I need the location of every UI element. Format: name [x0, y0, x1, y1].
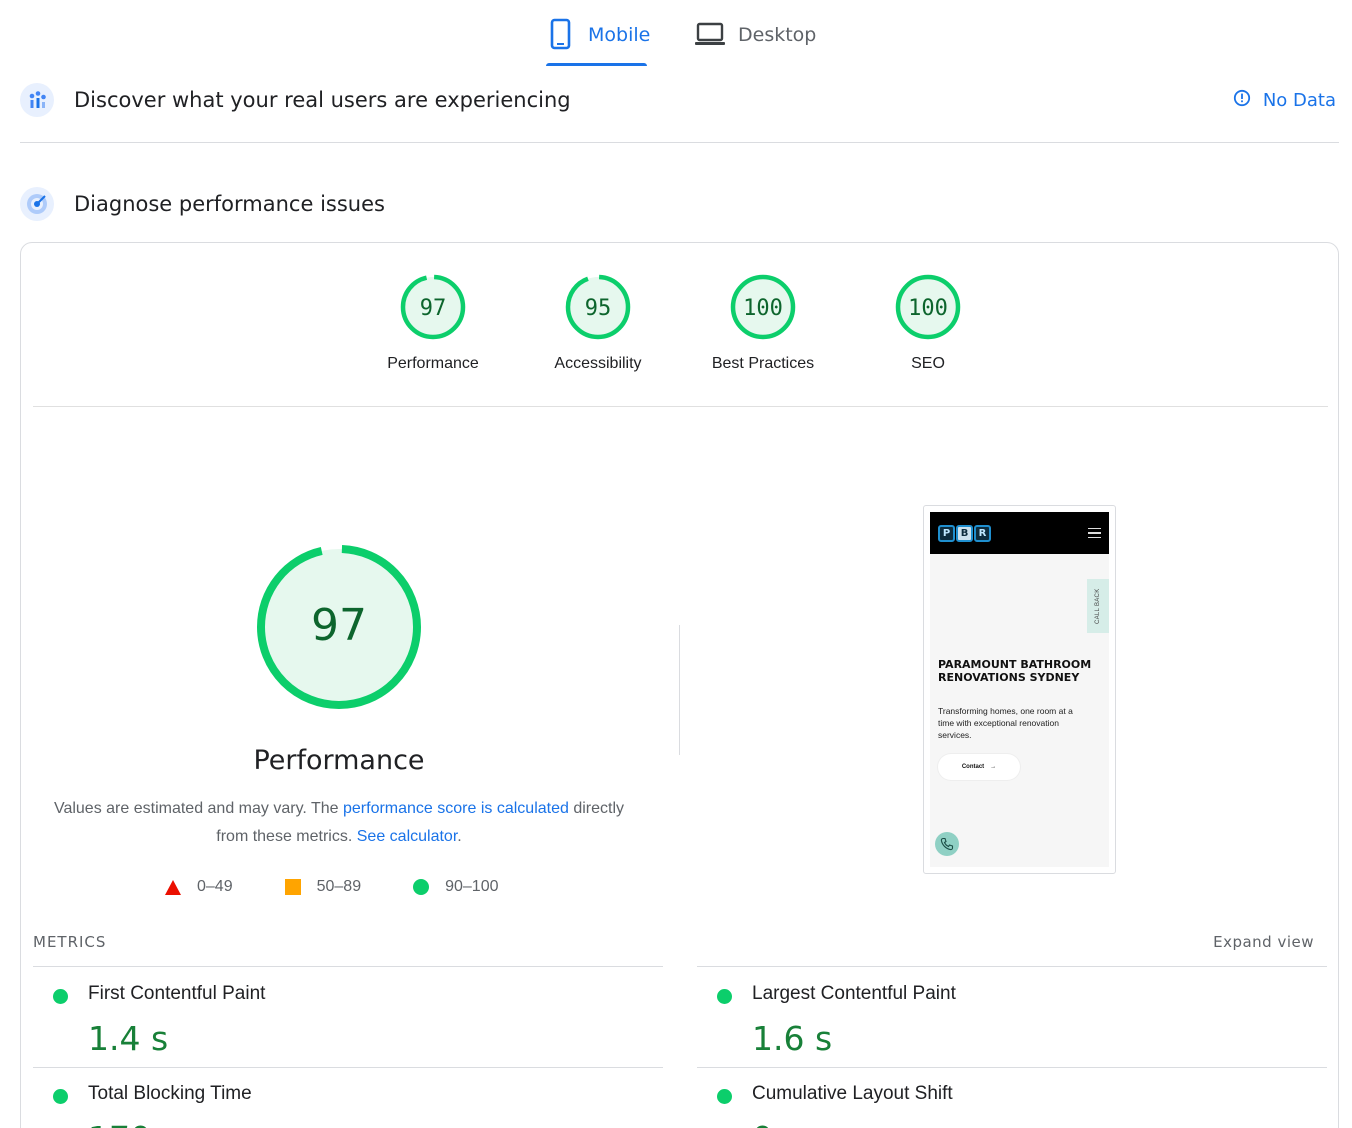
- gauge-seo-score: 100: [908, 296, 948, 321]
- gauge-best-practices-score: 100: [743, 296, 783, 321]
- see-calculator-link[interactable]: See calculator: [357, 828, 458, 845]
- laptop-icon: [694, 18, 726, 50]
- pass-circle-icon: [53, 989, 68, 1004]
- preview-screen: P B R CALL BACK PARAMOUNT BATHROOM RENOV…: [930, 512, 1109, 867]
- logo-letter: R: [974, 524, 991, 542]
- legend-pass: 90–100: [413, 878, 498, 896]
- metric-fcp-name: First Contentful Paint: [88, 983, 266, 1004]
- arrow-right-icon: →: [990, 764, 997, 770]
- legend-fail-range: 0–49: [197, 878, 233, 895]
- performance-big-gauge: 97: [255, 543, 423, 711]
- lighthouse-report-card: 97 Performance 95 Accessibility 100 Best…: [20, 242, 1339, 1128]
- performance-big-score: 97: [311, 600, 367, 651]
- preview-contact-label: Contact: [961, 764, 985, 770]
- preview-logo: P B R: [938, 524, 991, 542]
- gauge-accessibility-score: 95: [585, 296, 612, 321]
- expand-view-button[interactable]: Expand view: [1213, 933, 1314, 951]
- pass-circle-icon: [717, 989, 732, 1004]
- score-calculated-link[interactable]: performance score is calculated: [343, 800, 569, 817]
- diagnose-title: Diagnose performance issues: [74, 192, 385, 216]
- hamburger-menu-icon: [1088, 527, 1101, 539]
- metric-lcp-name: Largest Contentful Paint: [752, 983, 956, 1004]
- preview-hero-title: PARAMOUNT BATHROOM RENOVATIONS SYDNEY: [938, 658, 1092, 684]
- metric-tbt-value: 170 ms: [88, 1119, 211, 1128]
- gauge-ring: 97: [400, 274, 466, 340]
- card-divider: [33, 406, 1328, 407]
- preview-callback-tab: CALL BACK: [1087, 579, 1109, 633]
- legend-pass-range: 90–100: [445, 878, 499, 895]
- phone-call-icon: [935, 832, 959, 856]
- gauge-ring: 100: [895, 274, 961, 340]
- crux-section-header: Discover what your real users are experi…: [20, 80, 1338, 120]
- gauge-best-practices[interactable]: 100 Best Practices: [693, 273, 833, 373]
- gauge-best-practices-label: Best Practices: [711, 355, 815, 372]
- gauge-accessibility-label: Accessibility: [554, 355, 642, 372]
- metric-divider: [33, 1067, 663, 1068]
- score-legend: 0–49 50–89 90–100: [165, 878, 550, 896]
- pass-circle-icon: [717, 1089, 732, 1104]
- page-screenshot-preview[interactable]: P B R CALL BACK PARAMOUNT BATHROOM RENOV…: [923, 505, 1116, 874]
- users-chart-icon: [20, 83, 54, 117]
- metric-divider: [697, 966, 1327, 967]
- logo-letter: B: [956, 524, 973, 542]
- tab-desktop[interactable]: Desktop: [694, 18, 816, 68]
- device-tabs: Mobile Desktop: [0, 0, 1352, 70]
- legend-average-range: 50–89: [316, 878, 362, 895]
- logo-letter: P: [938, 524, 955, 542]
- triangle-icon: [165, 879, 181, 895]
- no-data-indicator[interactable]: No Data: [1233, 89, 1338, 112]
- legend-fail: 0–49: [165, 878, 233, 896]
- gauge-accessibility[interactable]: 95 Accessibility: [528, 273, 668, 373]
- performance-description: Values are estimated and may vary. The p…: [51, 795, 627, 851]
- diagnose-section-header: Diagnose performance issues: [20, 184, 1338, 224]
- metrics-heading: METRICS: [33, 933, 107, 951]
- gauge-performance-score: 97: [420, 296, 447, 321]
- metric-lcp-value: 1.6 s: [752, 1019, 833, 1058]
- vertical-separator: [679, 625, 680, 755]
- pass-circle-icon: [53, 1089, 68, 1104]
- gauge-seo[interactable]: 100 SEO: [858, 273, 998, 373]
- gauge-ring: 100: [730, 274, 796, 340]
- desc-text: .: [457, 828, 462, 845]
- metric-divider: [33, 966, 663, 967]
- performance-title: Performance: [253, 745, 425, 776]
- metric-cls-name: Cumulative Layout Shift: [752, 1083, 953, 1104]
- gauge-seo-label: SEO: [911, 355, 945, 372]
- tab-mobile[interactable]: Mobile: [546, 18, 650, 68]
- metric-fcp-value: 1.4 s: [88, 1019, 169, 1058]
- no-data-label: No Data: [1262, 89, 1336, 111]
- tab-mobile-label: Mobile: [588, 24, 651, 46]
- crux-title: Discover what your real users are experi…: [74, 88, 571, 112]
- preview-hero-subtitle: Transforming homes, one room at a time w…: [938, 706, 1073, 740]
- metric-cls-value: 0: [752, 1119, 773, 1128]
- diagnose-target-icon: [20, 187, 54, 221]
- phone-icon: [546, 18, 576, 50]
- tab-desktop-label: Desktop: [738, 24, 817, 46]
- circle-icon: [413, 879, 430, 895]
- section-divider: [20, 142, 1339, 143]
- category-gauges: 97 Performance 95 Accessibility 100 Best…: [21, 273, 1338, 393]
- desc-text: Values are estimated and may vary. The: [53, 800, 343, 817]
- preview-contact-button: Contact →: [938, 754, 1020, 780]
- gauge-ring: 95: [565, 274, 631, 340]
- metric-divider: [697, 1067, 1327, 1068]
- metric-tbt-name: Total Blocking Time: [88, 1083, 252, 1104]
- gauge-performance-label: Performance: [387, 355, 479, 372]
- active-tab-indicator: [546, 63, 647, 66]
- square-icon: [284, 879, 301, 895]
- legend-average: 50–89: [284, 878, 362, 896]
- gauge-performance[interactable]: 97 Performance: [363, 273, 503, 373]
- info-icon: [1233, 89, 1251, 112]
- preview-navbar: P B R: [930, 512, 1109, 554]
